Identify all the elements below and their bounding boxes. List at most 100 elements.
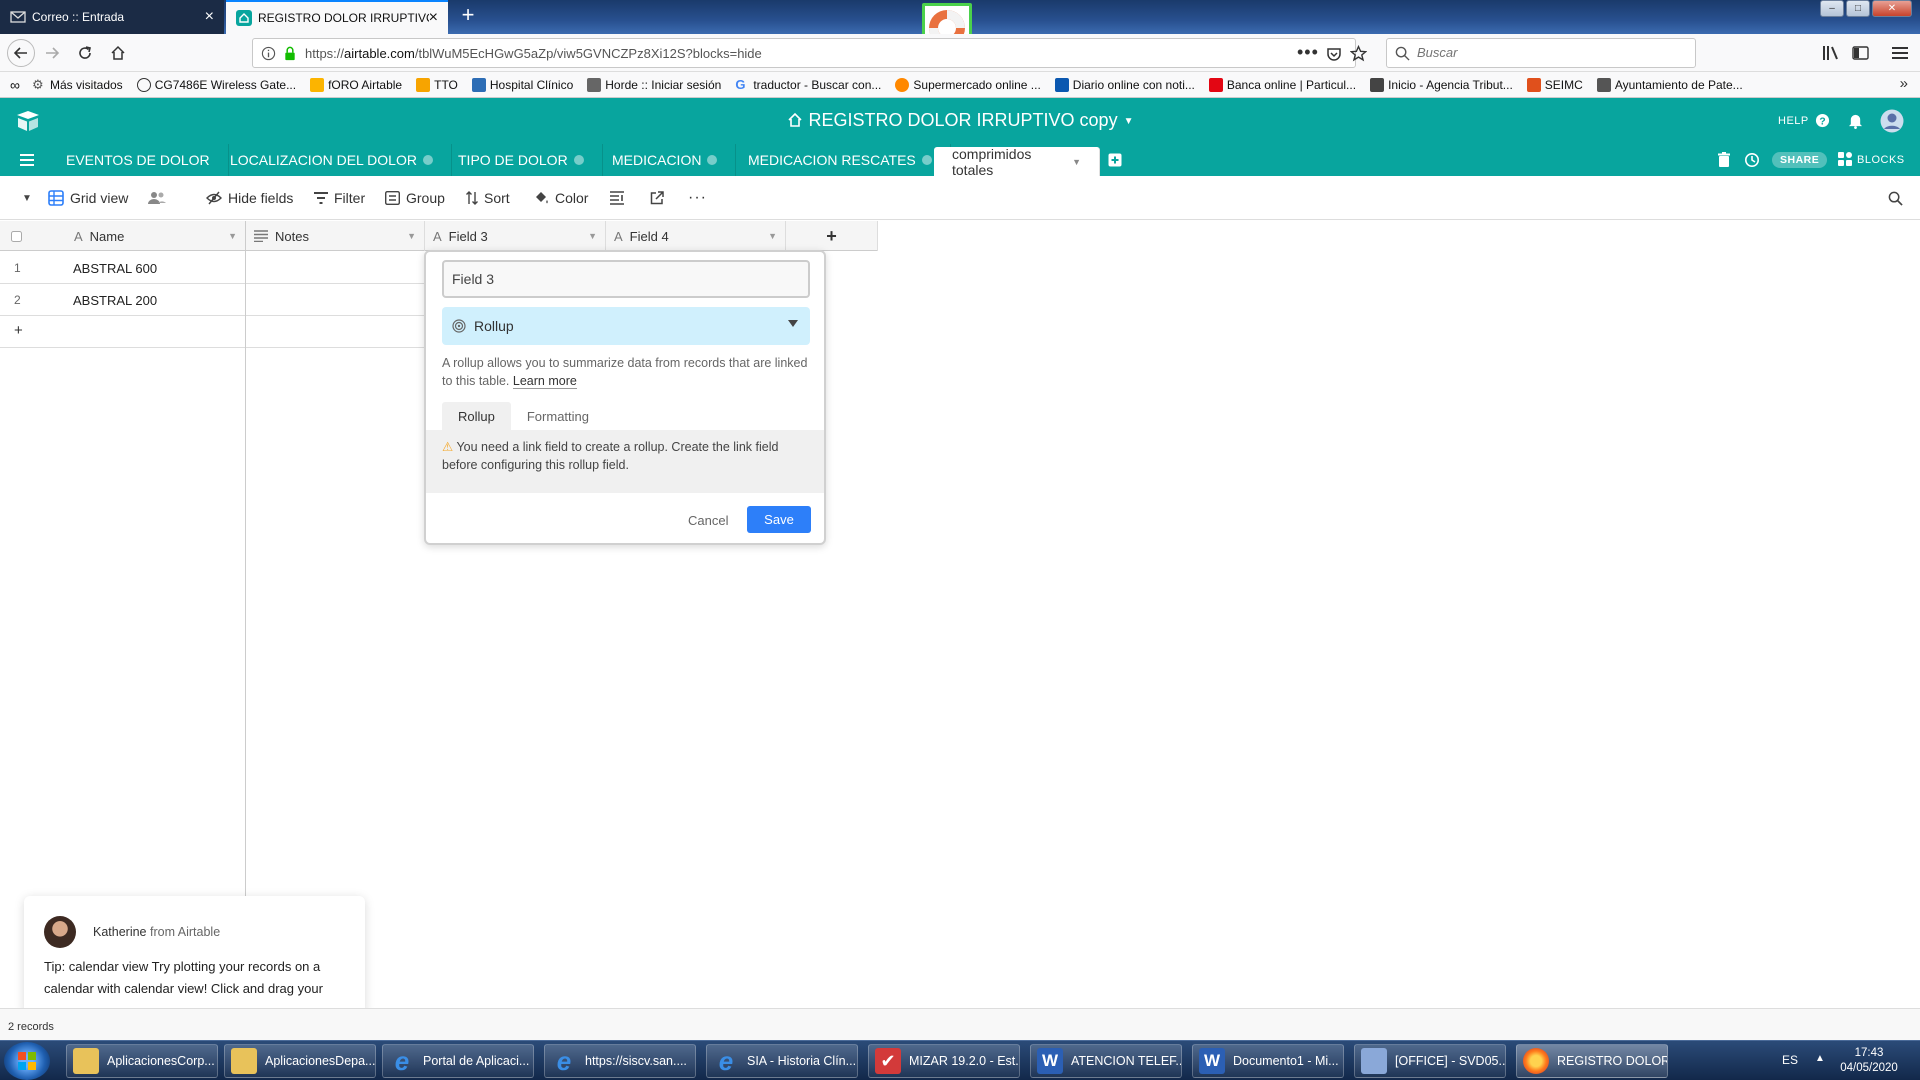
system-clock[interactable]: 17:43 04/05/2020	[1834, 1046, 1904, 1076]
pocket-icon[interactable]	[1326, 46, 1342, 62]
bookmark-item[interactable]: Diario online con noti...	[1054, 77, 1195, 92]
filter-button[interactable]: Filter	[314, 176, 365, 220]
minimize-button[interactable]: –	[1820, 0, 1844, 17]
bookmark-star-icon[interactable]	[1350, 45, 1367, 62]
color-button[interactable]: Color	[534, 176, 588, 220]
hide-fields-button[interactable]: Hide fields	[206, 176, 293, 220]
save-button[interactable]: Save	[747, 506, 811, 533]
window-close-button[interactable]: ✕	[1872, 0, 1912, 17]
cell-name[interactable]: ABSTRAL 200	[73, 293, 157, 308]
hamburger-icon[interactable]	[20, 154, 34, 166]
caret-down-icon[interactable]: ▼	[22, 176, 32, 220]
tab-localizacion-del-dolor[interactable]: LOCALIZACION DEL DOLOR	[212, 144, 452, 176]
taskbar-item[interactable]: AplicacionesDepa...	[224, 1044, 376, 1078]
caret-down-icon[interactable]: ▼	[1072, 157, 1081, 167]
bookmark-item[interactable]: Gtraductor - Buscar con...	[735, 77, 881, 92]
bookmark-item[interactable]: TTO	[416, 77, 458, 92]
back-button[interactable]	[7, 39, 35, 67]
home-button[interactable]	[106, 41, 130, 65]
info-icon[interactable]	[261, 46, 276, 61]
table-row[interactable]: 2 ABSTRAL 200	[0, 284, 425, 316]
cancel-button[interactable]: Cancel	[688, 513, 728, 528]
caret-down-icon[interactable]: ▼	[768, 231, 777, 241]
column-header-notes[interactable]: Notes ▼	[246, 221, 425, 251]
bookmark-item[interactable]: SEIMC	[1526, 77, 1583, 92]
browser-tab-mail[interactable]: Correo :: Entrada ×	[0, 0, 224, 34]
add-table-icon[interactable]	[1108, 153, 1122, 167]
select-all-checkbox[interactable]	[0, 221, 56, 251]
taskbar-item[interactable]: e SIA - Historia Clín...	[706, 1044, 858, 1078]
caret-down-icon[interactable]: ▼	[228, 231, 237, 241]
trash-icon[interactable]	[1718, 152, 1730, 167]
bookmark-item[interactable]: Hospital Clínico	[471, 77, 573, 92]
caret-down-icon[interactable]: ▼	[407, 231, 416, 241]
table-row[interactable]: 1 ABSTRAL 600	[0, 252, 425, 284]
column-header-field-3[interactable]: A Field 3 ▼	[425, 221, 606, 251]
cell-name[interactable]: ABSTRAL 600	[73, 261, 157, 276]
bookmark-item[interactable]: fORO Airtable	[310, 77, 402, 92]
bookmark-item[interactable]: Supermercado online ...	[895, 77, 1041, 92]
collaborators-icon[interactable]	[148, 176, 172, 220]
reload-button[interactable]	[73, 41, 97, 65]
forward-button[interactable]	[40, 41, 64, 65]
bookmark-item[interactable]: CG7486E Wireless Gate...	[136, 77, 296, 92]
url-bar[interactable]: https://airtable.com/tblWuM5EcHGwG5aZp/v…	[252, 38, 1367, 68]
help-link[interactable]: HELP	[1778, 115, 1809, 127]
taskbar-item[interactable]: W ATENCION TELEF...	[1030, 1044, 1182, 1078]
share-view-icon[interactable]	[650, 176, 670, 220]
close-icon[interactable]: ×	[429, 10, 438, 26]
search-box[interactable]	[1386, 38, 1696, 68]
tab-formatting[interactable]: Formatting	[511, 402, 605, 430]
reader-glasses-icon[interactable]: ∞	[10, 77, 20, 93]
add-row-button[interactable]: +	[0, 316, 425, 348]
tab-comprimidos-totales[interactable]: comprimidos totales ▼	[934, 146, 1100, 178]
taskbar-item[interactable]: e https://siscv.san....	[544, 1044, 696, 1078]
browser-tab-airtable[interactable]: REGISTRO DOLOR IRRUPTIVO c ×	[226, 0, 448, 34]
start-button[interactable]	[4, 1042, 50, 1080]
tab-eventos-de-dolor[interactable]: EVENTOS DE DOLOR	[48, 144, 229, 176]
bookmark-item[interactable]: Horde :: Iniciar sesión	[587, 77, 721, 92]
bookmark-item[interactable]: Banca online | Particul...	[1208, 77, 1356, 92]
row-height-icon[interactable]	[610, 176, 630, 220]
tab-rollup[interactable]: Rollup	[442, 402, 511, 430]
bell-icon[interactable]	[1848, 112, 1863, 129]
user-avatar-icon[interactable]	[1880, 109, 1904, 133]
sidebar-icon[interactable]	[1852, 45, 1869, 61]
view-switcher[interactable]: Grid view	[48, 176, 128, 220]
library-icon[interactable]	[1822, 45, 1840, 61]
base-title[interactable]: REGISTRO DOLOR IRRUPTIVO copy ▼	[0, 110, 1920, 131]
taskbar-item[interactable]: W Documento1 - Mi...	[1192, 1044, 1344, 1078]
column-header-field-4[interactable]: A Field 4 ▼	[606, 221, 786, 251]
intercom-chat-popup[interactable]: Katherine from Airtable Tip: calendar vi…	[24, 896, 365, 1014]
tab-medicacion-rescates[interactable]: MEDICACION RESCATES	[730, 144, 951, 176]
new-tab-button[interactable]: +	[456, 4, 480, 28]
field-name-input[interactable]	[442, 260, 810, 298]
menu-icon[interactable]	[1892, 46, 1908, 60]
chevron-right-icon[interactable]: »	[1900, 75, 1908, 92]
bookmark-item[interactable]: Inicio - Agencia Tribut...	[1370, 77, 1513, 92]
blocks-button[interactable]: BLOCKS	[1857, 154, 1905, 166]
search-icon[interactable]	[1888, 176, 1909, 220]
column-header-name[interactable]: A Name ▼	[56, 221, 246, 251]
language-indicator[interactable]: ES	[1782, 1053, 1798, 1067]
blocks-icon[interactable]	[1838, 152, 1852, 166]
bookmark-item[interactable]: Ayuntamiento de Pate...	[1596, 77, 1743, 92]
taskbar-item-active[interactable]: REGISTRO DOLOR...	[1516, 1044, 1668, 1078]
maximize-button[interactable]: □	[1846, 0, 1870, 17]
taskbar-item[interactable]: AplicacionesCorp...	[66, 1044, 218, 1078]
tab-medicacion[interactable]: MEDICACION	[594, 144, 737, 176]
field-type-select[interactable]: Rollup	[442, 307, 810, 345]
page-actions-icon[interactable]: •••	[1297, 42, 1319, 63]
taskbar-item[interactable]: ✔ MIZAR 19.2.0 - Est...	[868, 1044, 1020, 1078]
help-icon[interactable]: ?	[1815, 113, 1830, 128]
tray-expand-icon[interactable]: ▲	[1815, 1053, 1825, 1064]
add-field-button[interactable]: +	[786, 221, 878, 251]
close-icon[interactable]: ×	[205, 9, 214, 25]
sort-button[interactable]: Sort	[466, 176, 510, 220]
caret-down-icon[interactable]: ▼	[588, 231, 597, 241]
more-options-icon[interactable]: ···	[688, 176, 707, 220]
taskbar-item[interactable]: [OFFICE] - SVD05...	[1354, 1044, 1506, 1078]
group-button[interactable]: Group	[385, 176, 445, 220]
search-input[interactable]	[1417, 45, 1677, 60]
bookmark-item[interactable]: ⚙ Más visitados	[32, 77, 123, 92]
